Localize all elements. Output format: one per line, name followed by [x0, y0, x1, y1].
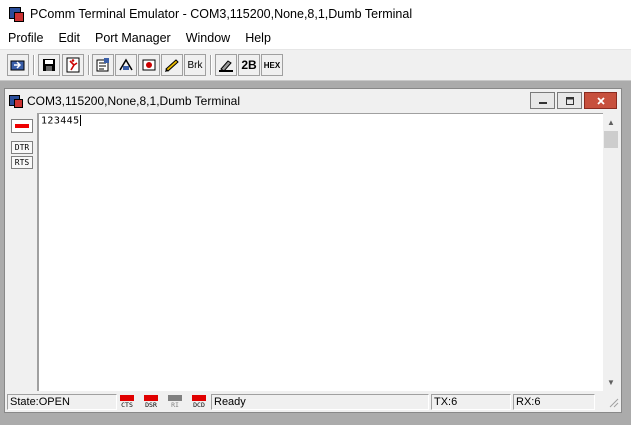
title-bar: PComm Terminal Emulator - COM3,115200,No…: [0, 0, 631, 28]
resize-grip-icon[interactable]: [607, 395, 619, 409]
terminal-screen[interactable]: 123445: [38, 113, 603, 391]
close-icon: [596, 96, 605, 105]
port-state: State:OPEN: [7, 394, 117, 410]
status-bar: State:OPEN CTS DSR RI DCD Ready TX:6 RX:…: [7, 393, 619, 411]
menu-port-manager[interactable]: Port Manager: [87, 28, 178, 49]
cts-indicator: CTS: [119, 394, 135, 410]
scroll-down-icon[interactable]: ▼: [606, 377, 616, 387]
scroll-thumb[interactable]: [604, 131, 618, 148]
menu-profile[interactable]: Profile: [0, 28, 50, 49]
menu-bar: Profile Edit Port Manager Window Help: [0, 28, 631, 50]
terminal-window-title-bar[interactable]: COM3,115200,None,8,1,Dumb Terminal: [5, 89, 621, 113]
signal-panel: DTR RTS: [7, 113, 38, 391]
capture-button[interactable]: [138, 54, 160, 76]
open-session-button[interactable]: [7, 54, 29, 76]
terminal-text: 123445: [41, 115, 80, 127]
led-lamp: [15, 124, 29, 128]
transfer-icon: [119, 58, 133, 71]
terminal-window-title: COM3,115200,None,8,1,Dumb Terminal: [27, 94, 240, 108]
line-status-led: [11, 119, 33, 133]
menu-edit[interactable]: Edit: [50, 28, 87, 49]
menu-help[interactable]: Help: [237, 28, 278, 49]
scroll-up-icon[interactable]: ▲: [606, 117, 616, 127]
hex-button[interactable]: HEX: [261, 54, 283, 76]
window-title: PComm Terminal Emulator - COM3,115200,No…: [30, 7, 413, 21]
tx-counter: TX:6: [431, 394, 511, 410]
terminal-window-icon: [9, 94, 23, 108]
toolbar: Brk 2B HEX: [0, 50, 631, 81]
vertical-scrollbar[interactable]: ▲ ▼: [603, 113, 619, 391]
app-icon: [8, 6, 24, 22]
status-message: Ready: [211, 394, 429, 410]
maximize-button[interactable]: [557, 92, 582, 109]
script-button[interactable]: [161, 54, 183, 76]
floppy-disk-icon: [43, 59, 55, 71]
capture-icon: [142, 59, 156, 71]
monitor-button[interactable]: [215, 54, 237, 76]
rx-counter: RX:6: [513, 394, 595, 410]
dtr-toggle[interactable]: DTR: [11, 141, 33, 154]
script-icon: [165, 59, 179, 72]
ri-indicator: RI: [167, 394, 183, 410]
save-button[interactable]: [38, 54, 60, 76]
dsr-indicator: DSR: [143, 394, 159, 410]
settings-button[interactable]: [92, 54, 114, 76]
close-button[interactable]: [584, 92, 617, 109]
dcd-indicator: DCD: [191, 394, 207, 410]
open-session-icon: [10, 60, 25, 71]
transfer-button[interactable]: [115, 54, 137, 76]
minimize-icon: [538, 101, 547, 104]
terminal-window: COM3,115200,None,8,1,Dumb Terminal DTR R…: [4, 88, 622, 413]
two-byte-button[interactable]: 2B: [238, 54, 260, 76]
exit-door-icon: [66, 57, 80, 73]
text-cursor: [79, 115, 81, 126]
exit-button[interactable]: [62, 54, 84, 76]
terminal-output: 123445: [41, 115, 81, 128]
break-button[interactable]: Brk: [184, 54, 206, 76]
maximize-icon: [565, 96, 574, 105]
monitor-icon: [219, 60, 233, 72]
rts-toggle[interactable]: RTS: [11, 156, 33, 169]
window-controls: [528, 92, 617, 109]
properties-icon: [96, 58, 109, 72]
menu-window[interactable]: Window: [178, 28, 237, 49]
minimize-button[interactable]: [530, 92, 555, 109]
